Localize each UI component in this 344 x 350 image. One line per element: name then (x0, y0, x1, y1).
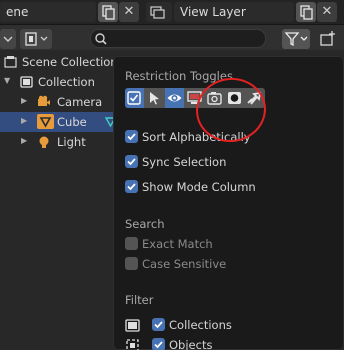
search-heading: Search (125, 217, 165, 231)
editor-type-button[interactable] (0, 29, 16, 49)
exact-match-checkbox[interactable] (125, 237, 138, 250)
funnel-icon (284, 32, 308, 47)
expand-triangle-icon[interactable]: ▶ (21, 136, 27, 145)
selectable-toggle[interactable] (145, 88, 164, 108)
expand-triangle-icon[interactable]: ▼ (4, 76, 10, 85)
light-object-icon (39, 136, 49, 148)
sync-selection-label: Sync Selection (142, 155, 227, 169)
outliner-toolbar (0, 24, 344, 50)
search-icon (95, 33, 107, 45)
collection-icon (20, 76, 33, 88)
select-arrow-icon (150, 92, 159, 105)
filter-button[interactable] (282, 29, 310, 49)
scene-field[interactable]: ene (0, 2, 96, 22)
tree-label: Camera (57, 95, 103, 109)
filter-heading: Filter (125, 293, 154, 307)
checkbox-icon (127, 91, 141, 105)
eye-icon (167, 94, 182, 102)
view-layer-field[interactable]: View Layer (174, 2, 294, 22)
expand-triangle-icon[interactable]: ▶ (21, 96, 27, 105)
scene-name: ene (6, 5, 29, 19)
close-view-layer-button[interactable]: ✕ (317, 2, 337, 22)
tree-label: Collection (38, 75, 95, 89)
case-sensitive-checkbox[interactable] (125, 257, 138, 270)
top-header: ene ✕ View Layer ✕ (0, 0, 344, 24)
tree-label: Light (57, 135, 86, 149)
camera-object-icon (38, 95, 50, 106)
view-layer-type-button[interactable] (146, 2, 172, 22)
show-mode-column-label: Show Mode Column (142, 180, 256, 194)
expand-triangle-icon[interactable]: ▶ (21, 116, 27, 125)
sort-alphabetically-checkbox[interactable] (125, 130, 138, 143)
new-collection-icon (320, 31, 335, 46)
close-scene-button[interactable]: ✕ (119, 2, 139, 22)
copy-view-layer-icon[interactable] (296, 2, 316, 22)
search-input[interactable] (90, 29, 266, 48)
collection-icon (125, 319, 140, 332)
filter-collections-checkbox[interactable] (152, 318, 165, 331)
filter-objects-checkbox[interactable] (152, 338, 165, 350)
display-mode-button[interactable] (20, 29, 52, 49)
mesh-object-icon (37, 114, 54, 129)
tree-label: Cube (57, 115, 87, 129)
scene-collection-icon (4, 56, 17, 68)
checkbox-toggle[interactable] (125, 88, 144, 108)
filter-collections-label: Collections (169, 318, 232, 332)
copy-scene-icon[interactable] (98, 2, 118, 22)
filter-objects-label: Objects (169, 338, 213, 350)
viewport-visibility-toggle[interactable] (165, 88, 184, 108)
case-sensitive-label: Case Sensitive (142, 257, 227, 271)
exact-match-label: Exact Match (142, 237, 213, 251)
sync-selection-checkbox[interactable] (125, 155, 138, 168)
show-mode-column-checkbox[interactable] (125, 180, 138, 193)
view-layer-name: View Layer (180, 5, 246, 19)
tree-label: Scene Collection (22, 55, 118, 69)
new-collection-button[interactable] (316, 29, 338, 49)
object-icon (126, 339, 139, 350)
